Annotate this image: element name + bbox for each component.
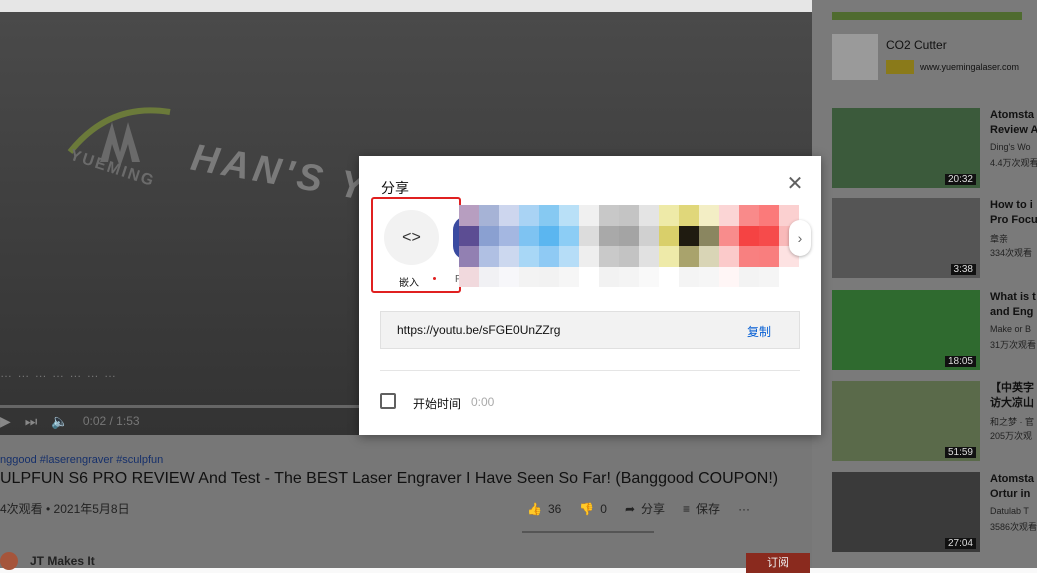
time-display: 0:02 / 1:53 [82, 414, 140, 428]
channel-avatar[interactable] [0, 552, 18, 570]
next-video-icon[interactable]: ⏭ [25, 413, 38, 430]
recommended-video[interactable]: 20:32 Atomsta Review A Ding's Wo 4.4万次观看 [832, 108, 1037, 188]
channel-name: 和之梦 · 官 [990, 417, 1034, 427]
share-url[interactable]: https://youtu.be/sFGE0UnZZrg [397, 323, 560, 337]
share-button[interactable]: ➦ 分享 [625, 500, 665, 517]
share-dialog: 分享 ✕ <> 嵌入 F › https://youtu.be/sFGE0UnZ… [359, 156, 821, 435]
embed-label: 嵌入 [399, 278, 419, 289]
video-meta: 4次观看 • 2021年5月8日 [0, 502, 130, 516]
thumbs-down-icon: 👎 [579, 501, 595, 516]
thumbs-up-icon: 👍 [527, 501, 542, 516]
recommended-video[interactable]: 3:38 How to i Pro Focu 章亲 334次观看 [832, 198, 1037, 278]
copy-button[interactable]: 复制 [747, 323, 771, 340]
start-time-checkbox[interactable] [380, 393, 396, 409]
related-sidebar: CO2 Cutter www.yuemingalaser.com 20:32 A… [812, 0, 1037, 568]
pixelated-share-targets [459, 205, 799, 287]
sidebar-top-thumb[interactable] [832, 12, 1022, 20]
video-thumbnail: 27:04 [832, 472, 980, 552]
view-count: 205万次观 [990, 431, 1033, 441]
recommended-video[interactable]: 18:05 What is t and Eng Make or B 31万次观看 [832, 290, 1037, 370]
share-label: 分享 [641, 502, 666, 516]
code-icon: <> [402, 228, 421, 246]
channel-name: 章亲 [990, 234, 1009, 244]
next-arrow-button[interactable]: › [789, 220, 811, 256]
video-title: What is t and Eng [990, 291, 1036, 318]
video-duration: 3:38 [950, 264, 976, 275]
video-thumbnail: 51:59 [832, 381, 980, 461]
highlight-dot [433, 277, 436, 280]
video-hashtags[interactable]: nggood #laserengraver #sculpfun [0, 454, 163, 466]
like-count: 36 [547, 501, 562, 516]
save-button[interactable]: ≡ 保存 [683, 500, 720, 517]
ad-title: CO2 Cutter [886, 38, 947, 52]
subscribe-button[interactable]: 订阅 [746, 553, 810, 573]
channel-name: Make or B [990, 324, 1032, 334]
embed-button[interactable]: <> [384, 210, 439, 265]
play-icon[interactable]: ▶ [0, 413, 11, 430]
video-duration: 18:05 [944, 356, 976, 367]
channel-row: JT Makes It [0, 552, 95, 570]
video-title: ULPFUN S6 PRO REVIEW And Test - The BEST… [0, 470, 779, 487]
dislike-button[interactable]: 👎 0 [579, 502, 607, 516]
ad-logo [832, 34, 878, 80]
video-duration: 27:04 [944, 538, 976, 549]
recommended-video[interactable]: 51:59 【中英字 访大凉山 和之梦 · 官 205万次观 [832, 381, 1037, 461]
channel-name: Ding's Wo [990, 142, 1031, 152]
sentiment-bar [522, 531, 654, 533]
video-actions: 👍 36 👎 0 ➦ 分享 ≡ 保存 ··· [527, 500, 750, 517]
share-icon: ➦ [624, 501, 636, 516]
save-label: 保存 [696, 502, 721, 516]
video-title: Atomsta Ortur in [990, 473, 1035, 500]
channel-name[interactable]: JT Makes It [30, 554, 95, 568]
channel-name: Datulab T [990, 506, 1029, 516]
video-thumbnail: 18:05 [832, 290, 980, 370]
volume-icon[interactable]: 🔈 [51, 413, 68, 430]
dialog-title: 分享 [381, 180, 409, 196]
view-count: 31万次观看 [990, 340, 1037, 350]
share-url-box[interactable]: https://youtu.be/sFGE0UnZZrg 复制 [380, 311, 800, 349]
more-actions-button[interactable]: ··· [738, 502, 750, 516]
divider [380, 370, 800, 371]
video-title: 【中英字 访大凉山 [990, 382, 1034, 409]
youtube-watch-page: YUEMING HAN'S Y … … … … … … … ▶ ⏭ 🔈 0:02… [0, 0, 1037, 573]
view-count: 3586次观看 [990, 522, 1037, 532]
video-thumbnail: 3:38 [832, 198, 980, 278]
view-count: 4.4万次观看 [990, 158, 1037, 168]
sidebar-ad[interactable]: CO2 Cutter www.yuemingalaser.com [832, 34, 1037, 84]
playlist-add-icon: ≡ [683, 501, 691, 516]
video-caption: … … … … … … … [0, 366, 118, 380]
video-title: Atomsta Review A [990, 109, 1037, 136]
video-thumbnail: 20:32 [832, 108, 980, 188]
video-title: How to i Pro Focu [990, 199, 1037, 226]
recommended-video[interactable]: 27:04 Atomsta Ortur in Datulab T 3586次观看 [832, 472, 1037, 552]
video-duration: 20:32 [944, 174, 976, 185]
like-button[interactable]: 👍 36 [527, 502, 561, 516]
ad-url: www.yuemingalaser.com [920, 62, 1020, 72]
close-icon[interactable]: ✕ [785, 174, 805, 194]
video-duration: 51:59 [944, 447, 976, 458]
start-time-value[interactable]: 0:00 [471, 395, 494, 409]
start-time-label: 开始时间 [413, 397, 462, 411]
ad-badge [886, 60, 914, 74]
dislike-count: 0 [600, 501, 607, 516]
view-count: 334次观看 [990, 248, 1033, 258]
